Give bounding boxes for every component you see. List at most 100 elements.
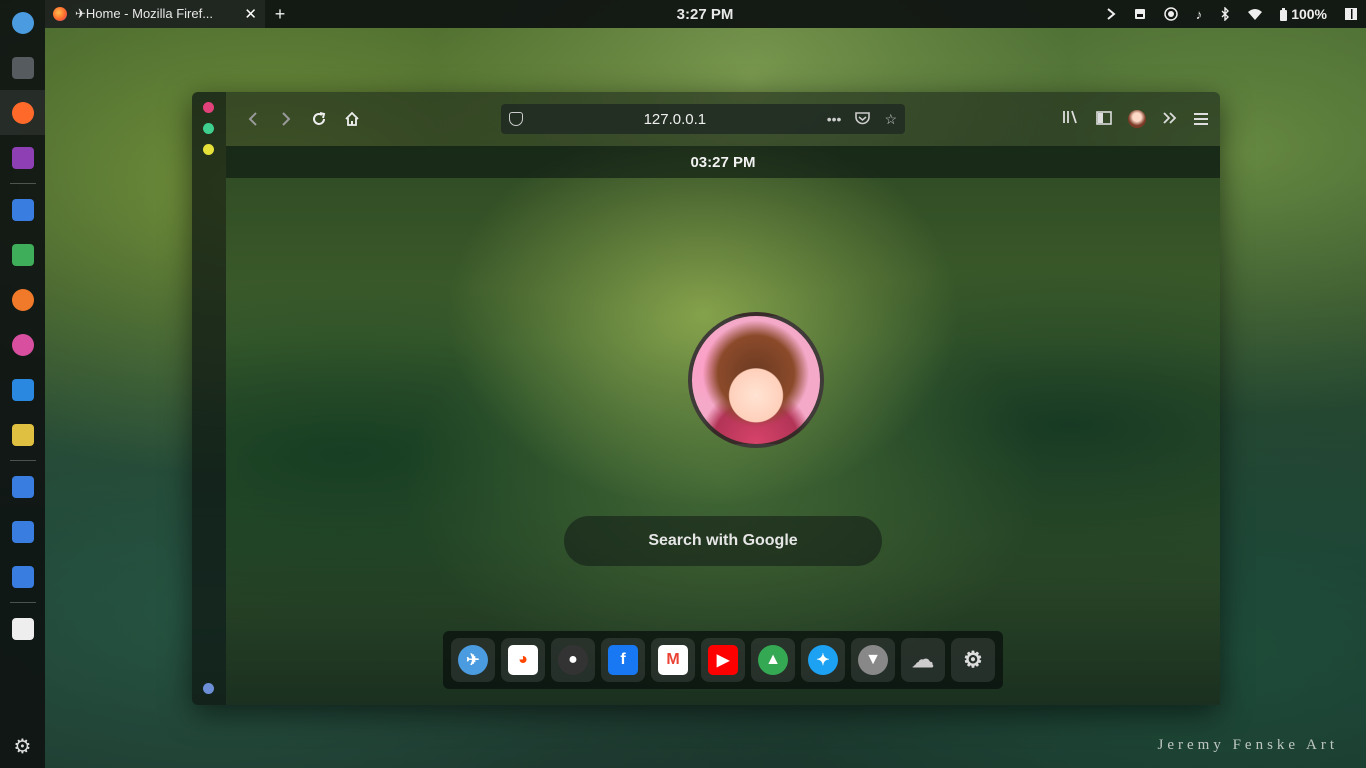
dock-item-documents-folder[interactable] <box>0 509 45 554</box>
editor-icon <box>11 146 34 169</box>
dock-separator <box>9 602 36 603</box>
account-avatar[interactable] <box>1128 110 1146 128</box>
quick-link-cloud[interactable]: ☁ <box>901 638 945 682</box>
firefox-icon <box>53 7 67 21</box>
startpage-clock: 03:27 PM <box>226 146 1220 178</box>
home-button[interactable] <box>335 104 368 134</box>
twitter-icon: ✦ <box>808 645 838 675</box>
dock-separator <box>9 183 36 184</box>
quick-link-google-drive[interactable]: ▲ <box>751 638 795 682</box>
shield-icon[interactable] <box>509 112 523 126</box>
bookmark-star-icon[interactable]: ☆ <box>884 111 897 128</box>
gears-icon <box>11 423 34 446</box>
cloud-icon: ☁ <box>912 647 934 672</box>
firefox-icon <box>11 101 34 124</box>
quick-link-settings[interactable]: ⚙ <box>951 638 995 682</box>
facebook-icon: f <box>608 645 638 675</box>
gmail-icon: M <box>658 645 688 675</box>
record-icon[interactable] <box>1155 7 1187 21</box>
sidebar-layout-icon[interactable] <box>1336 8 1366 20</box>
dock-item-downloads-folder[interactable] <box>0 554 45 599</box>
browser-window: 127.0.0.1 ••• ☆ 03:27 PM Search with Goo… <box>192 92 1220 705</box>
folder-icon <box>11 198 34 221</box>
gear-icon: ⚙ <box>13 733 32 758</box>
close-tab-button[interactable]: ✕ <box>244 5 257 23</box>
quick-link-vivaldi[interactable]: ▼ <box>851 638 895 682</box>
maximize-window-button[interactable] <box>203 144 214 155</box>
quick-link-reddit[interactable]: ◕ <box>501 638 545 682</box>
url-text[interactable]: 127.0.0.1 <box>523 111 827 128</box>
dock-item-games[interactable] <box>0 277 45 322</box>
minimize-window-button[interactable] <box>203 123 214 134</box>
dock-item-trash[interactable] <box>0 606 45 651</box>
color-wheel-icon <box>11 333 34 356</box>
drive-icon: ▲ <box>758 645 788 675</box>
dock-item-firefox[interactable] <box>0 90 45 135</box>
home-folder-icon <box>11 475 34 498</box>
library-icon[interactable] <box>1062 109 1080 129</box>
page-actions-icon[interactable]: ••• <box>827 111 842 127</box>
dock-item-files[interactable] <box>0 187 45 232</box>
reload-button[interactable] <box>302 104 335 134</box>
forward-button[interactable] <box>269 104 302 134</box>
dock-item-settings-tool[interactable] <box>0 412 45 457</box>
top-panel: ✈Home - Mozilla Firef... ✕ + 3:27 PM ♪ 1… <box>45 0 1366 28</box>
play-icon <box>11 243 34 266</box>
window-controls <box>203 102 214 165</box>
window-side-strip <box>192 92 226 705</box>
new-tab-button[interactable]: + <box>265 4 295 25</box>
dock-separator <box>9 460 36 461</box>
bluetooth-icon[interactable] <box>1211 7 1239 21</box>
quick-link-youtube[interactable]: ▶ <box>701 638 745 682</box>
dock-item-text-editor[interactable] <box>0 135 45 180</box>
downloads-folder-icon <box>11 565 34 588</box>
hamburger-menu-icon[interactable] <box>1194 110 1208 129</box>
quick-link-gmail[interactable]: M <box>651 638 695 682</box>
bird-icon <box>11 11 34 34</box>
browser-tab[interactable]: ✈Home - Mozilla Firef... ✕ <box>45 0 265 28</box>
reddit-icon: ◕ <box>508 645 538 675</box>
overflow-chevrons-icon[interactable] <box>1162 110 1178 129</box>
address-bar[interactable]: 127.0.0.1 ••• ☆ <box>501 104 905 134</box>
pocket-icon[interactable] <box>855 111 871 128</box>
startpage: 03:27 PM Search with Google ✈ ◕ ● f M ▶ ▲ ✦ ▼ ☁ ⚙ <box>226 146 1220 705</box>
dock-item-3d-app[interactable] <box>0 367 45 412</box>
navigation-toolbar: 127.0.0.1 ••• ☆ <box>226 92 1220 146</box>
tab-title: ✈Home - Mozilla Firef... <box>75 6 214 21</box>
quick-link-bird[interactable]: ✈ <box>451 638 495 682</box>
close-window-button[interactable] <box>203 102 214 113</box>
system-tray: ♪ 100% <box>1097 0 1366 28</box>
gamepad-icon <box>11 288 34 311</box>
dock-item-color-picker[interactable] <box>0 322 45 367</box>
wifi-icon[interactable] <box>1239 8 1271 20</box>
quick-link-github[interactable]: ● <box>551 638 595 682</box>
gear-icon: ⚙ <box>963 647 983 672</box>
documents-folder-icon <box>11 520 34 543</box>
dock-item-terminal[interactable] <box>0 45 45 90</box>
wallpaper-credit: Jeremy Fenske Art <box>1157 737 1338 753</box>
drive-icon[interactable] <box>1125 8 1155 20</box>
chevron-right-icon[interactable] <box>1097 8 1125 20</box>
dock-item-home-folder[interactable] <box>0 464 45 509</box>
quick-links-bar: ✈ ◕ ● f M ▶ ▲ ✦ ▼ ☁ ⚙ <box>443 631 1003 689</box>
quick-link-facebook[interactable]: f <box>601 638 645 682</box>
sidebar-toggle-icon[interactable] <box>1096 110 1112 129</box>
back-button[interactable] <box>236 104 269 134</box>
dock-item-media-player[interactable] <box>0 232 45 277</box>
panel-clock[interactable]: 3:27 PM <box>675 6 735 23</box>
bird-icon: ✈ <box>458 645 488 675</box>
dock-settings-button[interactable]: ⚙ <box>0 723 45 768</box>
cube-icon <box>11 378 34 401</box>
battery-indicator[interactable]: 100% <box>1271 6 1336 22</box>
dock: ⚙ <box>0 0 45 768</box>
music-note-icon[interactable]: ♪ <box>1187 7 1212 22</box>
youtube-icon: ▶ <box>708 645 738 675</box>
terminal-icon <box>11 56 34 79</box>
profile-avatar <box>688 312 824 448</box>
dock-item-app-launcher[interactable] <box>0 0 45 45</box>
vivaldi-icon: ▼ <box>858 645 888 675</box>
github-icon: ● <box>558 645 588 675</box>
quick-link-twitter[interactable]: ✦ <box>801 638 845 682</box>
search-box[interactable]: Search with Google <box>564 516 882 566</box>
status-dot[interactable] <box>203 683 214 694</box>
